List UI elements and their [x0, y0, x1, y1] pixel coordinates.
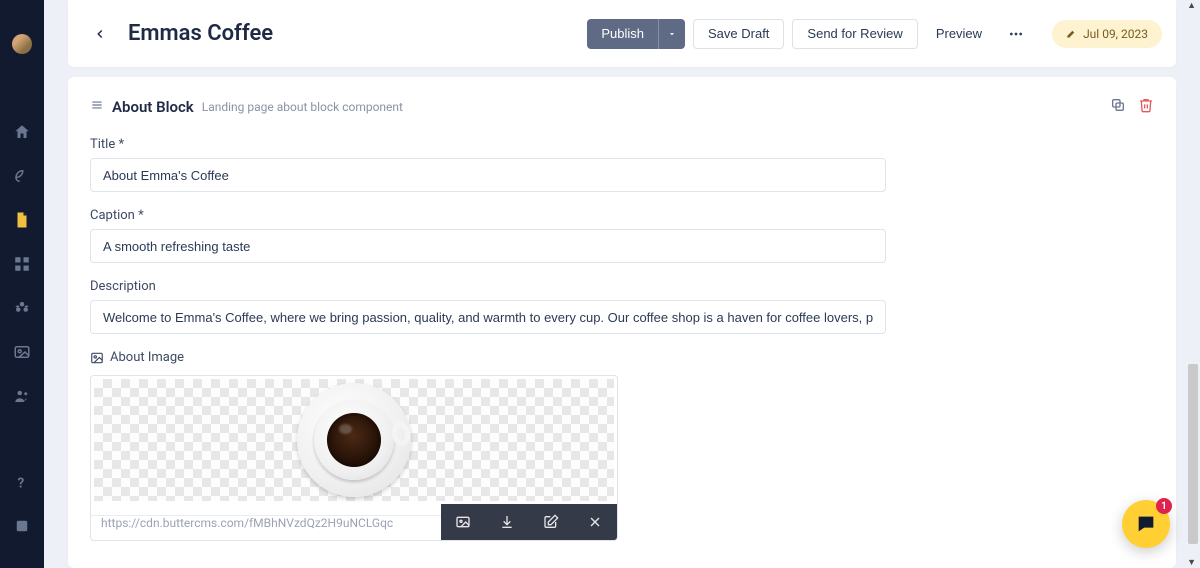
scroll-down-icon[interactable]: ▼ — [1187, 557, 1196, 568]
blog-icon — [13, 167, 31, 185]
chat-icon — [1135, 513, 1157, 535]
chat-fab[interactable]: 1 — [1122, 500, 1170, 548]
back-button[interactable] — [88, 22, 112, 46]
title-label: Title * — [90, 137, 886, 152]
delete-block-button[interactable] — [1138, 97, 1154, 117]
last-edited-pill: Jul 09, 2023 — [1052, 20, 1162, 48]
nav-blog[interactable] — [0, 154, 44, 198]
nav-help[interactable]: ? — [0, 460, 44, 504]
topbar: Emmas Coffee Publish Save Draft Send for… — [68, 0, 1176, 67]
nav-docs[interactable] — [0, 504, 44, 548]
caret-down-icon — [667, 29, 677, 39]
image-url-text: https://cdn.buttercms.com/fMBhNVzdQz2H9u… — [91, 515, 441, 530]
page-title: Emmas Coffee — [128, 21, 587, 46]
download-icon — [499, 514, 515, 530]
preview-button[interactable]: Preview — [926, 19, 992, 49]
publish-dropdown-button[interactable] — [658, 19, 685, 49]
pencil-icon — [1066, 28, 1077, 39]
image-label: About Image — [110, 350, 184, 365]
nav-media[interactable] — [0, 330, 44, 374]
caption-input[interactable] — [90, 229, 886, 263]
download-image-button[interactable] — [485, 504, 529, 540]
edit-image-button[interactable] — [529, 504, 573, 540]
coffee-cup-image — [294, 380, 414, 500]
home-icon — [13, 123, 31, 141]
nav-users[interactable] — [0, 374, 44, 418]
sidebar: ? — [0, 0, 44, 568]
block-name: About Block — [112, 98, 194, 116]
scrollbar-track[interactable] — [1186, 10, 1200, 558]
image-icon — [13, 343, 31, 361]
description-input[interactable] — [90, 300, 886, 334]
edit-icon — [543, 514, 559, 530]
nav-pages[interactable] — [0, 198, 44, 242]
picture-icon — [455, 514, 471, 530]
description-label: Description — [90, 279, 886, 294]
content-block-card: About Block Landing page about block com… — [68, 77, 1176, 568]
dots-icon — [1008, 26, 1024, 42]
more-menu-button[interactable] — [1000, 19, 1032, 49]
help-icon: ? — [13, 473, 31, 491]
title-input[interactable] — [90, 158, 886, 192]
publish-button[interactable]: Publish — [587, 19, 658, 49]
block-description: Landing page about block component — [202, 100, 403, 114]
image-preview[interactable] — [91, 376, 617, 504]
chat-badge: 1 — [1156, 498, 1172, 514]
duplicate-block-button[interactable] — [1110, 97, 1126, 117]
save-draft-button[interactable]: Save Draft — [693, 19, 784, 49]
trash-icon — [1138, 97, 1154, 113]
grid-icon — [13, 255, 31, 273]
image-field: https://cdn.buttercms.com/fMBhNVzdQz2H9u… — [90, 375, 618, 541]
users-icon — [13, 387, 31, 405]
page-icon — [13, 211, 31, 229]
blocks-icon — [13, 299, 31, 317]
scrollbar-thumb[interactable] — [1188, 364, 1198, 544]
chevron-left-icon — [93, 27, 107, 41]
drag-handle[interactable] — [90, 98, 104, 116]
avatar[interactable] — [12, 34, 32, 54]
nav-collections[interactable] — [0, 242, 44, 286]
send-review-button[interactable]: Send for Review — [792, 19, 917, 49]
caption-label: Caption * — [90, 208, 886, 223]
svg-text:?: ? — [18, 475, 25, 491]
drag-icon — [90, 98, 104, 112]
last-edited-date: Jul 09, 2023 — [1083, 27, 1148, 41]
remove-image-button[interactable] — [573, 504, 617, 540]
nav-home[interactable] — [0, 110, 44, 154]
close-icon — [587, 514, 603, 530]
duplicate-icon — [1110, 97, 1126, 113]
image-field-icon — [90, 351, 104, 365]
replace-image-button[interactable] — [441, 504, 485, 540]
book-icon — [13, 517, 31, 535]
nav-components[interactable] — [0, 286, 44, 330]
